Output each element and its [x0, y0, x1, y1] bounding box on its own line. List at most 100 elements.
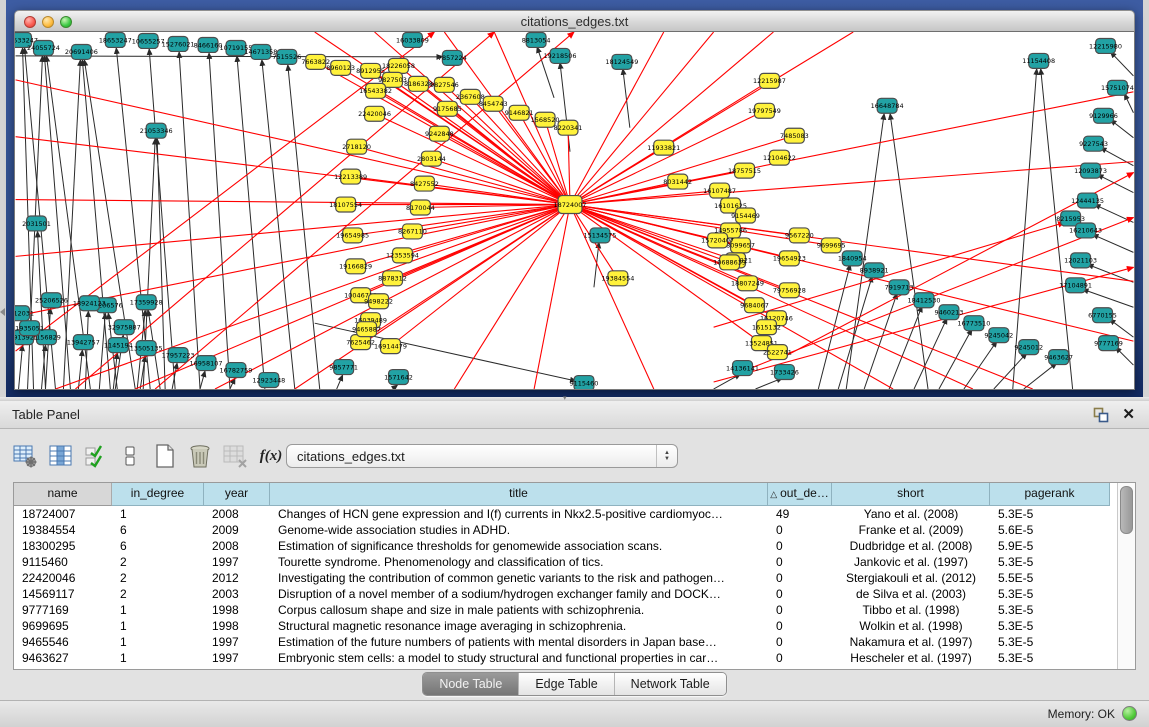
tab-node-table[interactable]: Node Table [423, 673, 519, 695]
graph-node[interactable]: 14136141 [726, 361, 759, 376]
graph-node[interactable]: 1733426 [770, 365, 799, 380]
cell-short[interactable]: Nakamura et al. (1997) [832, 634, 990, 650]
graph-node[interactable]: 15134575 [583, 228, 616, 243]
graph-node[interactable]: 19218506 [544, 48, 577, 63]
graph-node[interactable]: 79756928 [773, 283, 806, 298]
graph-node-hub[interactable]: 18724007 [554, 196, 587, 214]
network-canvas[interactable]: 1053324724055724206914061865324710655257… [14, 32, 1135, 390]
cell-out_degree[interactable]: 0 [768, 570, 832, 586]
table-row[interactable]: 946554611997Estimation of the future num… [14, 634, 1118, 650]
delete-rows-trash-icon[interactable] [185, 441, 215, 471]
graph-node[interactable]: 9245012 [1014, 340, 1043, 355]
cell-name[interactable]: 22420046 [14, 570, 112, 586]
cell-title[interactable]: Disruption of a novel member of a sodium… [270, 586, 768, 602]
graph-node[interactable]: 16773510 [957, 316, 990, 331]
graph-node[interactable]: 6770155 [1088, 308, 1117, 323]
graph-node[interactable]: 12923448 [252, 373, 285, 388]
graph-node[interactable]: 16107487 [703, 183, 736, 198]
table-row[interactable]: 946362711997Embryonic stem cells: a mode… [14, 650, 1118, 666]
graph-node[interactable]: 12213389 [334, 169, 367, 184]
cell-title[interactable]: Genome-wide association studies in ADHD. [270, 522, 768, 538]
cell-title[interactable]: Investigating the contribution of common… [270, 570, 768, 586]
cell-in_degree[interactable]: 2 [112, 586, 204, 602]
stacked-rows-icon[interactable] [115, 441, 145, 471]
close-panel-icon[interactable]: ✕ [1122, 405, 1135, 423]
cell-pagerank[interactable]: 5.3E-5 [990, 554, 1110, 570]
graph-node[interactable]: 18124549 [605, 54, 638, 69]
graph-node[interactable]: 21053346 [140, 123, 173, 138]
cell-out_degree[interactable]: 0 [768, 554, 832, 570]
graph-node[interactable]: 8454743 [479, 96, 508, 111]
graph-node[interactable]: 9827546 [430, 77, 459, 92]
collapse-left-icon[interactable] [0, 308, 5, 316]
graph-node[interactable]: 9154469 [731, 208, 760, 223]
graph-node[interactable]: 8813054 [522, 32, 551, 47]
cell-title[interactable]: Estimation of the future numbers of pati… [270, 634, 768, 650]
graph-node[interactable]: 9699695 [817, 238, 846, 253]
graph-node[interactable]: 13942757 [67, 335, 100, 350]
cell-pagerank[interactable]: 5.6E-5 [990, 522, 1110, 538]
table-selector-dropdown[interactable]: citations_edges.txt ▲▼ [286, 444, 678, 468]
cell-title[interactable]: Tourette syndrome. Phenomenology and cla… [270, 554, 768, 570]
graph-node[interactable]: 19166829 [339, 259, 372, 274]
cell-name[interactable]: 9777169 [14, 602, 112, 618]
vertical-scrollbar[interactable] [1117, 483, 1135, 669]
tab-network-table[interactable]: Network Table [615, 673, 726, 695]
function-builder-icon[interactable]: f(x) [256, 441, 286, 471]
cell-short[interactable]: Dudbridge et al. (2008) [832, 538, 990, 554]
cell-out_degree[interactable]: 0 [768, 618, 832, 634]
cell-name[interactable]: 9115460 [14, 554, 112, 570]
graph-node[interactable]: 9146821 [505, 105, 534, 120]
graph-node[interactable]: 9857771 [329, 360, 358, 375]
cell-year[interactable]: 2008 [204, 506, 270, 522]
column-header-title[interactable]: title [270, 483, 768, 506]
cell-year[interactable]: 2003 [204, 586, 270, 602]
graph-node[interactable]: 1840954 [838, 251, 867, 266]
cell-year[interactable]: 1997 [204, 650, 270, 666]
graph-node[interactable]: 8170044 [406, 200, 435, 215]
cell-name[interactable]: 14569117 [14, 586, 112, 602]
graph-node[interactable]: 7485083 [780, 128, 809, 143]
graph-node[interactable]: 1935051 [15, 321, 44, 336]
graph-node[interactable]: 9242848 [425, 126, 454, 141]
cell-year[interactable]: 1997 [204, 634, 270, 650]
cell-in_degree[interactable]: 1 [112, 634, 204, 650]
graph-node[interactable]: 11154408 [1022, 53, 1055, 68]
cell-year[interactable]: 2008 [204, 538, 270, 554]
cell-out_degree[interactable]: 0 [768, 538, 832, 554]
graph-node[interactable]: 16648784 [871, 98, 904, 113]
scrollbar-thumb[interactable] [1120, 486, 1133, 534]
cell-year[interactable]: 2009 [204, 522, 270, 538]
tab-edge-table[interactable]: Edge Table [519, 673, 614, 695]
graph-node[interactable]: 18757515 [728, 163, 761, 178]
graph-node[interactable]: 18226058 [382, 58, 415, 73]
cell-in_degree[interactable]: 2 [112, 570, 204, 586]
graph-node[interactable]: 8466160 [194, 37, 223, 52]
cell-pagerank[interactable]: 5.3E-5 [990, 506, 1110, 522]
cell-name[interactable]: 9463627 [14, 650, 112, 666]
graph-node[interactable]: 12215980 [1089, 38, 1122, 53]
graph-node[interactable]: 10655257 [132, 33, 165, 48]
table-row[interactable]: 977716911998Corpus callosum shape and si… [14, 602, 1118, 618]
graph-node[interactable]: 8427552 [410, 176, 439, 191]
graph-node[interactable]: 18653247 [99, 32, 132, 47]
column-header-short[interactable]: short [832, 483, 990, 506]
float-panel-icon[interactable] [1093, 407, 1109, 423]
table-row[interactable]: 1456911722003Disruption of a novel membe… [14, 586, 1118, 602]
cell-title[interactable]: Structural magnetic resonance image aver… [270, 618, 768, 634]
cell-out_degree[interactable]: 0 [768, 602, 832, 618]
graph-node[interactable]: 8267110 [398, 224, 427, 239]
table-row[interactable]: 911546021997Tourette syndrome. Phenomeno… [14, 554, 1118, 570]
cell-in_degree[interactable]: 1 [112, 650, 204, 666]
cell-in_degree[interactable]: 1 [112, 602, 204, 618]
graph-node[interactable]: 9465887 [352, 322, 381, 337]
graph-node[interactable]: 9129966 [1089, 108, 1118, 123]
cell-short[interactable]: Jankovic et al. (1997) [832, 554, 990, 570]
table-row[interactable]: 1938455462009Genome-wide association stu… [14, 522, 1118, 538]
graph-node[interactable]: 7857224 [438, 50, 467, 65]
cell-title[interactable]: Corpus callosum shape and size in male p… [270, 602, 768, 618]
table-settings-icon[interactable] [10, 441, 40, 471]
cell-short[interactable]: Wolkin et al. (1998) [832, 618, 990, 634]
column-header-out_degree[interactable]: △out_de… [768, 483, 832, 506]
graph-node[interactable]: 9245042 [984, 328, 1013, 343]
